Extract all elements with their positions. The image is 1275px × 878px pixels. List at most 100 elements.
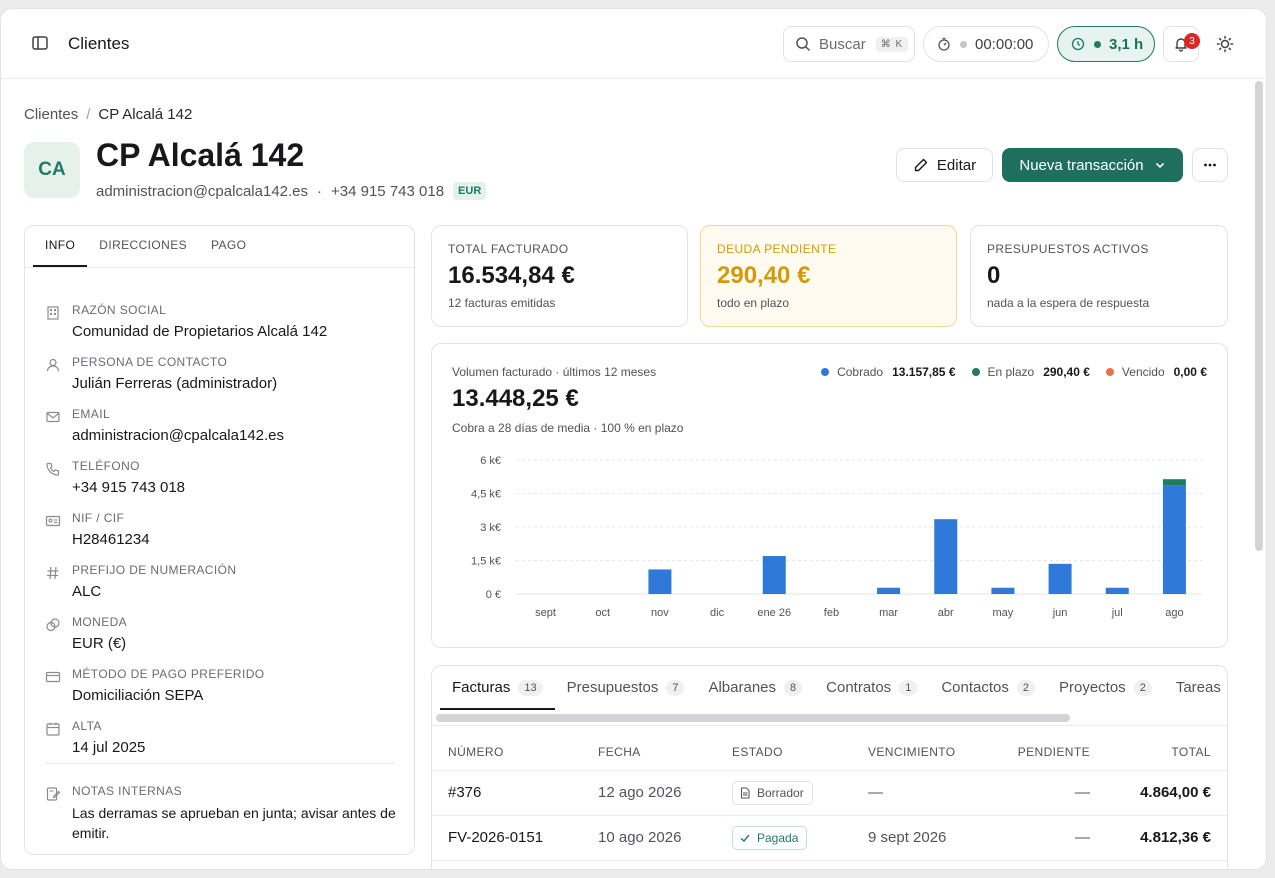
- tab-label: Tareas: [1175, 679, 1221, 696]
- x-tick-label: may: [993, 607, 1014, 619]
- hours-button[interactable]: 3,1 h: [1057, 26, 1155, 62]
- top-bar: Clientes Buscar ⌘ K 00:00:00 3,1 h 3: [1, 9, 1266, 79]
- tab-direcciones[interactable]: DIRECCIONES: [87, 226, 199, 267]
- status-label: Pagada: [757, 831, 799, 845]
- notification-count-badge: 3: [1184, 33, 1200, 49]
- tab-count-badge: 8: [784, 680, 803, 696]
- tabs-divider: [25, 267, 414, 268]
- more-actions-button[interactable]: [1192, 148, 1228, 182]
- tab-presupuestos[interactable]: Presupuestos 7: [555, 666, 697, 710]
- id-card-icon: [45, 515, 61, 527]
- tab-count-badge: 1: [899, 680, 918, 696]
- tab-contactos[interactable]: Contactos 2: [929, 666, 1047, 710]
- tab-albaranes[interactable]: Albaranes 8: [696, 666, 814, 710]
- field-label: MONEDA: [72, 615, 128, 629]
- x-tick-label: nov: [651, 607, 669, 619]
- x-tick-label: sept: [535, 607, 556, 619]
- column-header-estado[interactable]: ESTADO: [732, 745, 783, 759]
- x-tick-label: oct: [595, 607, 610, 619]
- documents-card: Facturas 13 Presupuestos 7 Albaranes 8 Contrat…: [431, 665, 1228, 869]
- notes-divider: [45, 763, 395, 764]
- page-title: CP Alcalá 142: [96, 137, 305, 173]
- sun-icon[interactable]: [1215, 34, 1235, 54]
- y-tick-label: 4,5 k€: [471, 489, 501, 501]
- sidebar-toggle-icon[interactable]: [30, 33, 50, 53]
- cell-number[interactable]: FV-2026-0151: [448, 829, 543, 846]
- breadcrumb: Clientes / CP Alcalá 142: [24, 106, 192, 123]
- column-header-total[interactable]: TOTAL: [1171, 745, 1211, 759]
- tab-count-badge: 2: [1133, 680, 1152, 696]
- x-tick-label: feb: [824, 607, 839, 619]
- user-icon: [46, 358, 60, 372]
- field-value: H28461234: [72, 531, 150, 548]
- bar-cobrado-may[interactable]: [991, 587, 1015, 594]
- y-tick-label: 3 k€: [480, 522, 501, 534]
- new-transaction-label: Nueva transacción: [1019, 156, 1144, 174]
- bar-cobrado-nov[interactable]: [648, 569, 672, 594]
- field-label: NOTAS INTERNAS: [72, 784, 183, 798]
- search-button[interactable]: Buscar ⌘ K: [783, 26, 915, 62]
- tabs-horizontal-scrollbar[interactable]: [436, 714, 1070, 722]
- stat-subtext: 12 facturas emitidas: [448, 296, 556, 310]
- more-horizontal-icon: [1204, 163, 1216, 167]
- tab-facturas[interactable]: Facturas 13: [440, 666, 555, 710]
- field-value: EUR (€): [72, 635, 127, 652]
- field-label: RAZÓN SOCIAL: [72, 303, 167, 317]
- edit-button-label: Editar: [936, 156, 977, 174]
- cell-total: 4.812,36 €: [1140, 829, 1211, 846]
- stat-deuda-pendiente: DEUDA PENDIENTE 290,40 € todo en plazo: [700, 225, 957, 327]
- timer-value: 00:00:00: [975, 35, 1034, 53]
- column-header-vencimiento[interactable]: VENCIMIENTO: [868, 745, 956, 759]
- row-divider: [432, 815, 1227, 816]
- tab-label: Proyectos: [1058, 679, 1126, 696]
- hours-status-dot: [1094, 40, 1101, 48]
- documents-tabs: Facturas 13 Presupuestos 7 Albaranes 8 Contrat…: [440, 666, 1227, 710]
- field-label: PERSONA DE CONTACTO: [72, 355, 228, 369]
- x-tick-label: jun: [1052, 607, 1068, 619]
- search-icon: [796, 37, 811, 52]
- bar-cobrado-ene-26[interactable]: [762, 556, 786, 594]
- bar-cobrado-ago[interactable]: [1162, 485, 1186, 594]
- tab-label: Presupuestos: [566, 679, 659, 696]
- calendar-icon: [46, 722, 60, 736]
- tab-pago[interactable]: PAGO: [199, 226, 258, 267]
- column-header-fecha[interactable]: FECHA: [598, 745, 641, 759]
- stat-presupuestos-activos: PRESUPUESTOS ACTIVOS 0 nada a la espera …: [970, 225, 1228, 327]
- stat-value: 0: [987, 262, 1001, 289]
- bar-cobrado-jul[interactable]: [1105, 587, 1129, 594]
- breadcrumb-root-link[interactable]: Clientes: [24, 106, 78, 123]
- app-title: Clientes: [68, 34, 130, 53]
- x-tick-label: ene 26: [757, 607, 791, 619]
- notes-text: Las derramas se aprueban en junta; avisa…: [72, 805, 396, 841]
- tab-contratos[interactable]: Contratos 1: [814, 666, 929, 710]
- bar-chart: 0 € 1,5 k€ 3 k€ 4,5 k€ 6 k€ sept oct nov dic ene …: [471, 455, 1202, 619]
- table-header-divider: [432, 725, 1227, 726]
- field-value: +34 915 743 018: [72, 479, 186, 496]
- search-shortcut: ⌘ K: [875, 36, 909, 52]
- row-divider: [432, 770, 1227, 771]
- cell-number[interactable]: #376: [448, 784, 481, 801]
- tab-proyectos[interactable]: Proyectos 2: [1047, 666, 1164, 710]
- tab-tareas[interactable]: Tareas: [1164, 666, 1227, 710]
- column-header-pendiente[interactable]: PENDIENTE: [1018, 745, 1090, 759]
- cell-due: 9 sept 2026: [868, 829, 947, 846]
- edit-button[interactable]: Editar: [896, 148, 993, 182]
- vertical-scrollbar[interactable]: [1255, 81, 1263, 551]
- new-transaction-button[interactable]: Nueva transacción: [1002, 148, 1183, 182]
- cell-pending: —: [1075, 784, 1090, 801]
- stat-total-facturado: TOTAL FACTURADO 16.534,84 € 12 facturas …: [431, 225, 688, 327]
- building-icon: [47, 306, 59, 320]
- phone-icon: [46, 462, 60, 476]
- cell-date: 12 ago 2026: [598, 784, 682, 801]
- tab-info[interactable]: INFO: [33, 226, 88, 267]
- timer-button[interactable]: 00:00:00: [923, 26, 1049, 62]
- bar-cobrado-abr[interactable]: [934, 519, 958, 594]
- column-header-numero[interactable]: NÚMERO: [448, 745, 504, 759]
- coins-icon: [46, 618, 60, 632]
- bar-en-plazo-ago[interactable]: [1162, 479, 1186, 486]
- bar-cobrado-jun[interactable]: [1048, 563, 1072, 594]
- status-badge: Borrador: [732, 781, 813, 805]
- bar-cobrado-mar[interactable]: [877, 587, 901, 594]
- pencil-icon: [914, 158, 928, 172]
- tab-label: Facturas: [452, 679, 511, 696]
